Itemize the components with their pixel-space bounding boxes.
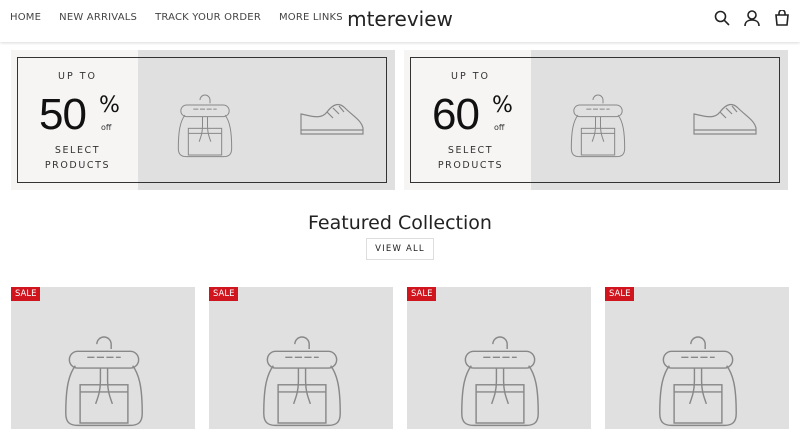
off-label: off xyxy=(101,123,112,132)
sale-badge: SALE xyxy=(407,287,437,301)
backpack-image xyxy=(659,336,737,427)
backpack-image xyxy=(177,94,233,158)
sale-badge: SALE xyxy=(11,287,41,301)
promo-banner-50[interactable]: UP TO 50 % off SELECT PRODUCTS xyxy=(11,50,395,190)
product-card[interactable]: SALE xyxy=(605,287,789,429)
banner-up-to: UP TO xyxy=(58,71,97,82)
nav-track-order[interactable]: TRACK YOUR ORDER xyxy=(155,12,261,23)
backpack-image xyxy=(570,94,626,158)
promo-banner-60[interactable]: UP TO 60 % off SELECT PRODUCTS xyxy=(404,50,788,190)
sale-badge: SALE xyxy=(605,287,635,301)
banner-line1: SELECT xyxy=(54,145,101,156)
nav-home[interactable]: HOME xyxy=(10,12,41,23)
backpack-image xyxy=(461,336,539,427)
product-card[interactable]: SALE xyxy=(407,287,591,429)
off-label: off xyxy=(494,123,505,132)
view-all-button[interactable]: VIEW ALL xyxy=(366,238,434,260)
featured-title: Featured Collection xyxy=(308,212,492,234)
backpack-image xyxy=(263,336,341,427)
percent-sign: % xyxy=(492,93,513,118)
sneaker-image xyxy=(300,103,364,135)
banner-percent: 50 xyxy=(39,90,87,139)
banner-line2: PRODUCTS xyxy=(44,160,111,171)
banner-line2: PRODUCTS xyxy=(437,160,504,171)
banner-percent: 60 xyxy=(432,90,480,139)
main-nav: HOME NEW ARRIVALS TRACK YOUR ORDER MORE … xyxy=(10,12,343,23)
backpack-image xyxy=(65,336,143,427)
site-header: HOME NEW ARRIVALS TRACK YOUR ORDER MORE … xyxy=(0,0,800,42)
banner-up-to: UP TO xyxy=(451,71,490,82)
cart-icon[interactable] xyxy=(774,10,790,26)
percent-sign: % xyxy=(99,93,120,118)
sneaker-image xyxy=(693,103,757,135)
account-icon[interactable] xyxy=(744,10,760,26)
nav-new-arrivals[interactable]: NEW ARRIVALS xyxy=(59,12,137,23)
search-icon[interactable] xyxy=(714,10,730,26)
nav-more-links[interactable]: MORE LINKS xyxy=(279,12,343,23)
product-card[interactable]: SALE xyxy=(209,287,393,429)
product-card[interactable]: SALE xyxy=(11,287,195,429)
banner-line1: SELECT xyxy=(447,145,494,156)
sale-badge: SALE xyxy=(209,287,239,301)
